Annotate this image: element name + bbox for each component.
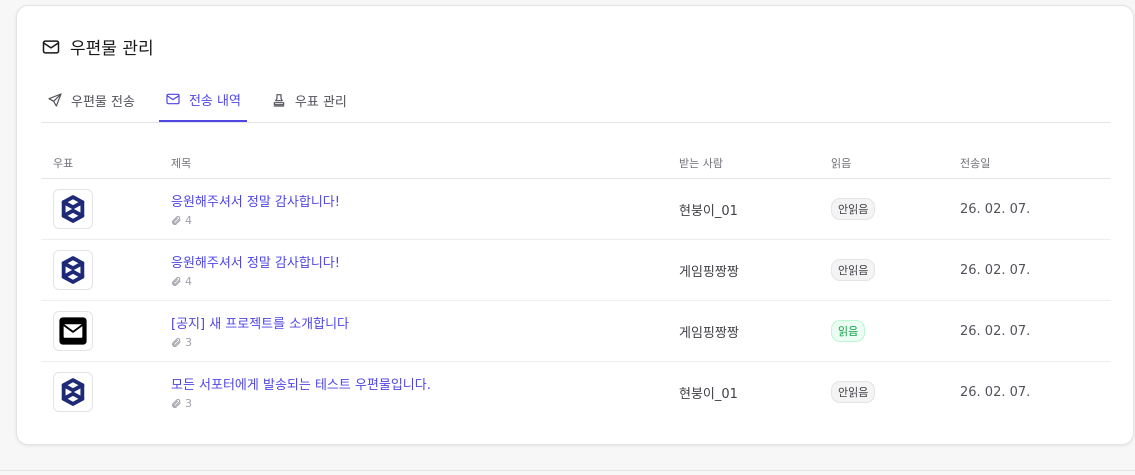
- tab-label: 우표 관리: [294, 94, 347, 110]
- unread-status-badge: 안읽음: [831, 259, 876, 281]
- paperclip-icon: [172, 337, 181, 347]
- stamp-thumbnail: [53, 311, 93, 351]
- knot-logo-icon: [61, 378, 85, 406]
- tab-send-mail[interactable]: 우편물 전송: [41, 78, 141, 122]
- sent-date: 26. 02. 07.: [960, 262, 1031, 278]
- knot-logo-icon: [61, 256, 85, 284]
- recipient-name: 게임핑짱짱: [679, 325, 739, 341]
- page-divider: [0, 470, 1135, 471]
- stamp-thumbnail: [53, 250, 93, 290]
- knot-logo-icon: [61, 195, 85, 223]
- mail-subject-link[interactable]: 응원해주셔서 정말 감사합니다!: [171, 191, 667, 210]
- mail-subject-link[interactable]: 모든 서포터에게 발송되는 테스트 우편물입니다.: [171, 374, 667, 393]
- mail-icon: [42, 39, 60, 54]
- paperclip-icon: [172, 276, 181, 286]
- mail-subject-link[interactable]: [공지] 새 프로젝트를 소개합니다: [171, 313, 667, 332]
- attachment-count: 4: [171, 275, 667, 288]
- column-header-sent-date: 전송일: [960, 157, 991, 170]
- column-header-recipient: 받는 사람: [679, 157, 723, 170]
- attachment-count: 3: [171, 397, 667, 410]
- mail-history-table: 우표 제목 받는 사람 읽음 전송일 응원해주셔서 정말 감사합니다! 4 현붕…: [41, 148, 1111, 422]
- recipient-name: 현붕이_01: [679, 386, 738, 402]
- stamp-icon: [273, 94, 285, 107]
- page-title: 우편물 관리: [41, 34, 154, 59]
- envelope-icon: [59, 317, 87, 345]
- read-status-badge: 읽음: [831, 320, 866, 342]
- sent-date: 26. 02. 07.: [960, 384, 1031, 400]
- paperclip-icon: [172, 215, 181, 225]
- stamp-thumbnail: [53, 372, 93, 412]
- sent-date: 26. 02. 07.: [960, 201, 1031, 217]
- page-title-text: 우편물 관리: [70, 39, 154, 59]
- tab-label: 전송 내역: [188, 93, 241, 109]
- column-header-subject: 제목: [171, 157, 192, 170]
- mail-management-card: 우편물 관리 우편물 전송 전송 내역 우표 관리 우표 제목 받는 사람 읽음…: [16, 5, 1134, 445]
- tab-bar: 우편물 전송 전송 내역 우표 관리: [41, 78, 1111, 123]
- send-icon: [48, 93, 62, 107]
- table-row[interactable]: 응원해주셔서 정말 감사합니다! 4 게임핑짱짱 안읽음 26. 02. 07.: [41, 240, 1111, 301]
- table-header: 우표 제목 받는 사람 읽음 전송일: [41, 148, 1111, 179]
- column-header-read: 읽음: [831, 157, 852, 170]
- stamp-thumbnail: [53, 189, 93, 229]
- tab-send-history[interactable]: 전송 내역: [158, 78, 247, 122]
- unread-status-badge: 안읽음: [831, 198, 876, 220]
- recipient-name: 현붕이_01: [679, 203, 738, 219]
- mail-subject-link[interactable]: 응원해주셔서 정말 감사합니다!: [171, 252, 667, 271]
- unread-status-badge: 안읽음: [831, 381, 876, 403]
- table-row[interactable]: [공지] 새 프로젝트를 소개합니다 3 게임핑짱짱 읽음 26. 02. 07…: [41, 301, 1111, 362]
- tab-label: 우편물 전송: [71, 94, 135, 110]
- attachment-count: 4: [171, 214, 667, 227]
- paperclip-icon: [172, 398, 181, 408]
- sent-date: 26. 02. 07.: [960, 323, 1031, 339]
- recipient-name: 게임핑짱짱: [679, 264, 739, 280]
- attachment-count: 3: [171, 336, 667, 349]
- table-row[interactable]: 모든 서포터에게 발송되는 테스트 우편물입니다. 3 현붕이_01 안읽음 2…: [41, 362, 1111, 422]
- tab-stamp-management[interactable]: 우표 관리: [265, 78, 353, 122]
- table-row[interactable]: 응원해주셔서 정말 감사합니다! 4 현붕이_01 안읽음 26. 02. 07…: [41, 179, 1111, 240]
- mail-icon: [166, 93, 180, 105]
- column-header-stamp: 우표: [53, 157, 74, 170]
